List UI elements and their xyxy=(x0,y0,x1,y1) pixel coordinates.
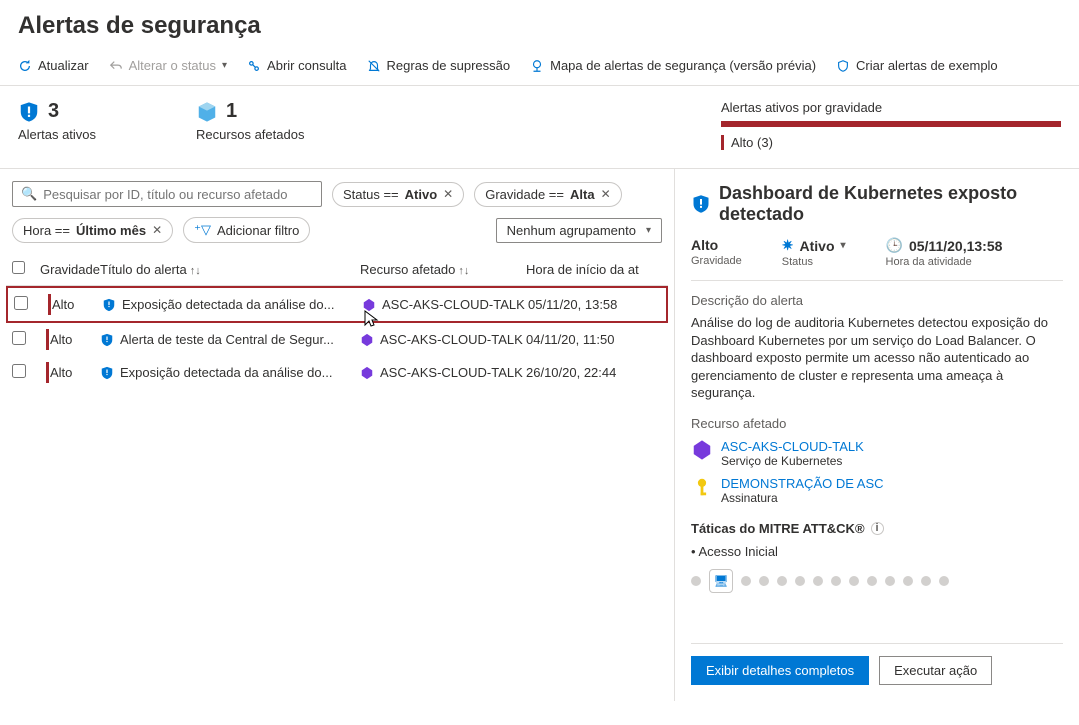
affected-resources-stat: 1 Recursos afetados xyxy=(196,100,304,142)
info-icon[interactable]: i xyxy=(871,522,884,535)
chevron-down-icon: ▾ xyxy=(222,60,227,71)
query-icon xyxy=(247,59,261,73)
shield-icon xyxy=(18,101,40,123)
meta-severity: Alto Gravidade xyxy=(691,237,742,268)
sort-icon: ↑↓ xyxy=(190,265,201,277)
severity-panel: Alertas ativos por gravidade Alto (3) xyxy=(721,100,1061,150)
chevron-down-icon: ▾ xyxy=(841,240,846,251)
select-all-checkbox[interactable] xyxy=(12,261,25,274)
remove-filter-icon[interactable]: ✕ xyxy=(443,187,453,201)
table-header: Gravidade Título do alerta↑↓ Recurso afe… xyxy=(6,253,668,286)
remove-filter-icon[interactable]: ✕ xyxy=(152,223,162,237)
clock-icon: 🕒 xyxy=(886,237,903,254)
mitre-tactic: • Acesso Inicial xyxy=(691,544,1063,559)
bell-off-icon xyxy=(367,59,381,73)
view-full-details-button[interactable]: Exibir detalhes completos xyxy=(691,656,869,685)
open-query-button[interactable]: Abrir consulta xyxy=(247,58,346,73)
kubernetes-icon xyxy=(691,439,713,468)
monitor-icon: 🖥 xyxy=(709,569,733,593)
refresh-icon xyxy=(18,59,32,73)
add-filter-button[interactable]: ⁺▽ Adicionar filtro xyxy=(183,217,310,243)
page-title: Alertas de segurança xyxy=(0,0,1079,46)
remove-filter-icon[interactable]: ✕ xyxy=(601,187,611,201)
mitre-timeline: 🖥 xyxy=(691,569,1063,593)
resource-item[interactable]: ASC-AKS-CLOUD-TALK Serviço de Kubernetes xyxy=(691,439,1063,468)
refresh-button[interactable]: Atualizar xyxy=(18,58,89,73)
alert-map-button[interactable]: Mapa de alertas de segurança (versão pré… xyxy=(530,58,816,73)
table-row[interactable]: Alto Exposição detectada da análise do..… xyxy=(6,286,668,323)
kubernetes-icon xyxy=(362,298,376,312)
resource-item[interactable]: DEMONSTRAÇÃO DE ASC Assinatura xyxy=(691,476,1063,505)
col-severity[interactable]: Gravidade xyxy=(40,262,100,277)
col-time[interactable]: Hora de início da at xyxy=(526,262,658,277)
active-alerts-stat: 3 Alertas ativos xyxy=(18,100,96,142)
severity-bar-indicator xyxy=(46,329,49,350)
shield-icon xyxy=(102,298,116,312)
suppression-rules-button[interactable]: Regras de supressão xyxy=(367,58,511,73)
kubernetes-icon xyxy=(360,333,374,347)
toolbar: Atualizar Alterar o status ▾ Abrir consu… xyxy=(0,46,1079,86)
filter-status-pill[interactable]: Status == Ativo ✕ xyxy=(332,182,464,207)
col-title[interactable]: Título do alerta↑↓ xyxy=(100,262,360,277)
search-icon: 🔍 xyxy=(21,186,37,202)
row-checkbox[interactable] xyxy=(14,296,28,310)
change-status-button[interactable]: Alterar o status ▾ xyxy=(109,58,227,73)
severity-bar-indicator xyxy=(48,294,51,315)
sample-alerts-button[interactable]: Criar alertas de exemplo xyxy=(836,58,998,73)
grouping-dropdown[interactable]: Nenhum agrupamento ▾ xyxy=(496,218,662,243)
stats-bar: 3 Alertas ativos 1 Recursos afetados Ale… xyxy=(0,86,1079,169)
kubernetes-icon xyxy=(360,366,374,380)
reply-icon xyxy=(109,59,123,73)
map-icon xyxy=(530,59,544,73)
row-checkbox[interactable] xyxy=(12,331,26,345)
sort-icon: ↑↓ xyxy=(458,265,469,277)
filter-severity-pill[interactable]: Gravidade == Alta ✕ xyxy=(474,182,621,207)
shield-icon xyxy=(100,333,114,347)
execute-action-button[interactable]: Executar ação xyxy=(879,656,992,685)
detail-panel: Dashboard de Kubernetes exposto detectad… xyxy=(675,169,1079,701)
filter-add-icon: ⁺▽ xyxy=(194,222,211,238)
desc-header: Descrição do alerta xyxy=(691,293,1063,308)
shield-plus-icon xyxy=(836,59,850,73)
severity-bar-indicator xyxy=(46,362,49,383)
shield-icon xyxy=(691,194,711,214)
table-row[interactable]: Alto Exposição detectada da análise do..… xyxy=(6,356,668,389)
chevron-down-icon: ▾ xyxy=(646,225,651,236)
mitre-header: Táticas do MITRE ATT&CK® i xyxy=(691,521,1063,536)
severity-bar xyxy=(721,121,1061,127)
desc-text: Análise do log de auditoria Kubernetes d… xyxy=(691,314,1063,402)
shield-icon xyxy=(100,366,114,380)
row-checkbox[interactable] xyxy=(12,364,26,378)
table-row[interactable]: Alto Alerta de teste da Central de Segur… xyxy=(6,323,668,356)
meta-status[interactable]: ✷Ativo▾ Status xyxy=(782,237,846,268)
meta-time: 🕒05/11/20,13:58 Hora da atividade xyxy=(886,237,1003,268)
status-active-icon: ✷ xyxy=(782,237,794,254)
cube-icon xyxy=(196,101,218,123)
col-resource[interactable]: Recurso afetado↑↓ xyxy=(360,262,526,277)
filter-time-pill[interactable]: Hora == Último mês ✕ xyxy=(12,218,173,243)
search-input[interactable]: 🔍 xyxy=(12,181,322,207)
key-icon xyxy=(691,476,713,505)
affected-header: Recurso afetado xyxy=(691,416,1063,431)
